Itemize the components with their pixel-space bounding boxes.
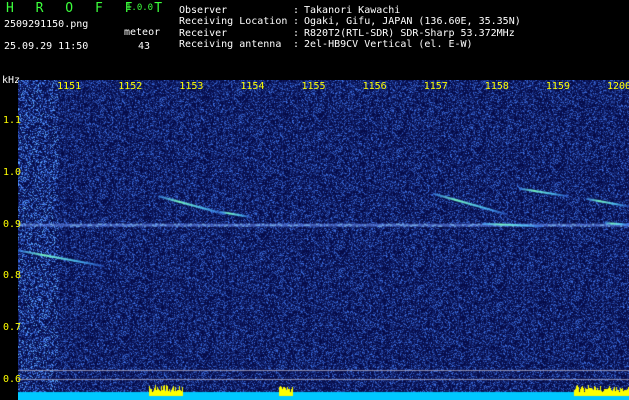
x-tick-label: 1159 — [545, 81, 570, 92]
info-sep: : — [293, 16, 300, 27]
datetime: 25.09.29 11:50 — [4, 41, 89, 52]
x-tick-label: 1157 — [423, 81, 448, 92]
info-value-location: Ogaki, Gifu, JAPAN (136.60E, 35.35N) — [304, 16, 521, 27]
x-tick-label: 1155 — [301, 81, 326, 92]
info-sep: : — [293, 28, 300, 39]
info-value-antenna: 2el-HB9CV Vertical (el. E-W) — [304, 39, 473, 50]
info-value-observer: Takanori Kawachi — [304, 5, 401, 16]
x-tick-label: 1154 — [240, 81, 265, 92]
file-name: 2509291150.png — [4, 19, 89, 30]
info-key-antenna: Receiving antenna — [179, 39, 282, 50]
x-tick-label: 1153 — [179, 81, 204, 92]
meteor-label: meteor — [124, 27, 161, 38]
x-tick-label: 1200 — [607, 81, 629, 92]
y-tick-label: 1.1 — [3, 115, 22, 127]
spectrogram-plot — [18, 80, 629, 400]
info-sep: : — [293, 5, 300, 16]
y-tick-label: 0.6 — [3, 373, 22, 385]
y-tick-label: 0.9 — [3, 218, 22, 230]
x-tick-label: 1152 — [118, 81, 143, 92]
x-tick-label: 1156 — [362, 81, 387, 92]
info-key-location: Receiving Location — [179, 16, 288, 27]
y-tick-label: 0.7 — [3, 322, 22, 333]
y-tick-label: 0.8 — [3, 270, 22, 282]
y-tick-label: 1.0 — [3, 167, 22, 178]
info-value-receiver: R820T2(RTL-SDR) SDR-Sharp 53.372MHz — [304, 28, 515, 39]
info-key-observer: Observer — [179, 5, 228, 16]
app-version: 1.0.0 — [126, 3, 154, 13]
info-key-receiver: Receiver — [179, 28, 228, 39]
meteor-count: 43 — [138, 41, 151, 52]
info-sep: : — [293, 39, 300, 50]
x-tick-label: 1158 — [484, 81, 509, 92]
x-tick-label: 1151 — [57, 81, 82, 92]
